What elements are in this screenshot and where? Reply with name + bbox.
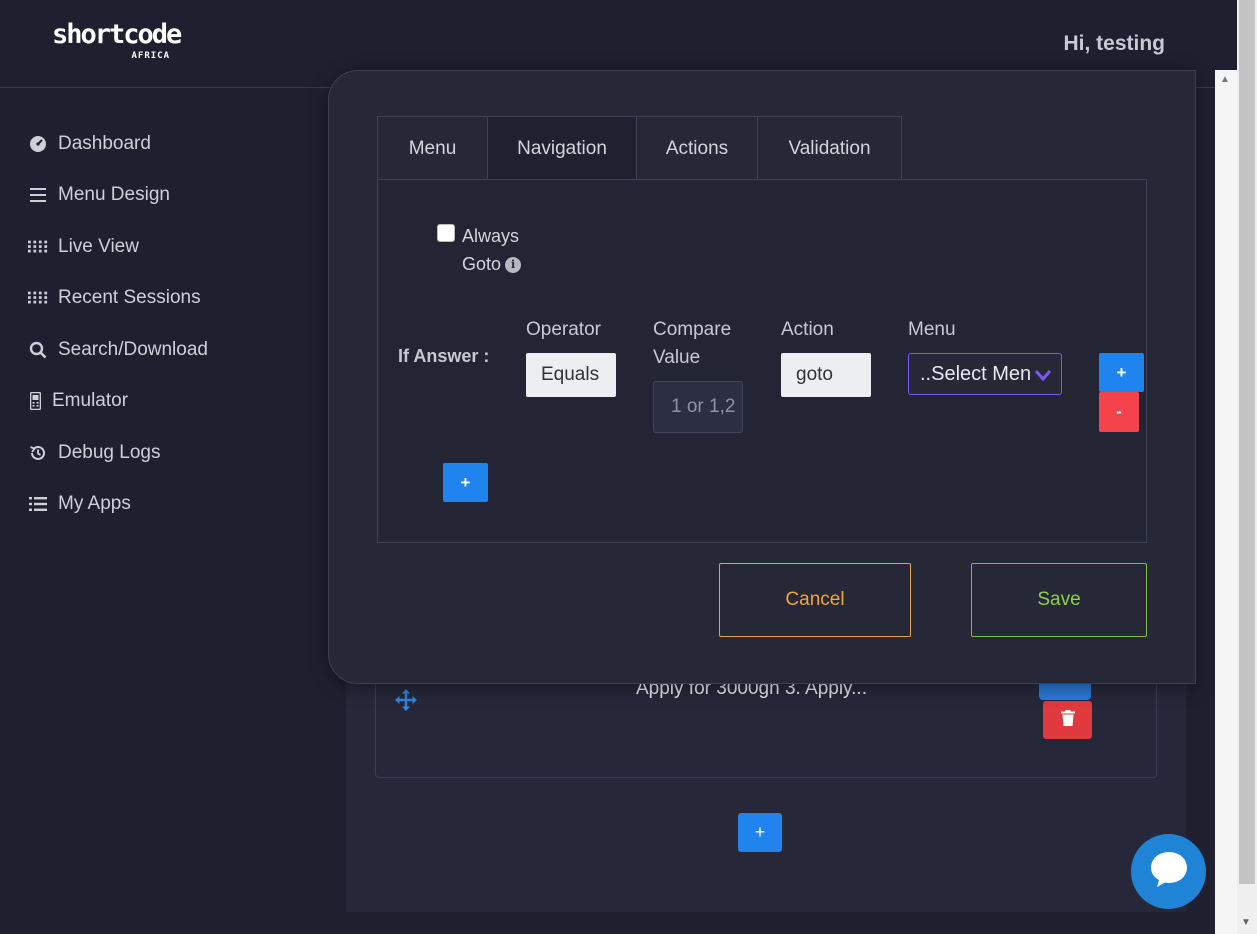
sidebar-item-dashboard[interactable]: Dashboard	[0, 118, 300, 170]
logo[interactable]: shortcode AFRICA	[52, 19, 182, 64]
scroll-down-icon[interactable]: ▼	[1241, 917, 1251, 928]
history-icon	[28, 443, 48, 463]
sidebar-item-recent-sessions[interactable]: Recent Sessions	[0, 273, 300, 325]
tab-menu[interactable]: Menu	[377, 116, 488, 180]
sidebar-item-label: Recent Sessions	[58, 287, 201, 309]
page-scrollbar[interactable]: ▼	[1237, 0, 1257, 934]
remove-row-button[interactable]: -	[1099, 392, 1139, 432]
sidebar-item-my-apps[interactable]: My Apps	[0, 479, 300, 531]
compare-value-input[interactable]: 1 or 1,2	[653, 381, 743, 433]
chat-icon	[1149, 850, 1189, 893]
info-icon[interactable]: i	[505, 257, 522, 274]
cancel-button[interactable]: Cancel	[719, 563, 911, 637]
sidebar-item-label: Search/Download	[58, 338, 208, 360]
sidebar-item-label: Emulator	[52, 390, 129, 412]
sidebar-item-label: Debug Logs	[58, 441, 161, 463]
tab-validation[interactable]: Validation	[758, 116, 902, 180]
scroll-up-icon[interactable]: ▲	[1220, 74, 1230, 85]
tab-navigation[interactable]: Navigation	[488, 116, 637, 180]
chevron-down-icon	[1033, 365, 1053, 385]
user-greeting[interactable]: Hi, testing	[1063, 32, 1165, 56]
menu-label: Menu	[908, 319, 956, 340]
always-goto-label: Always Goto i	[462, 222, 542, 278]
scrollbar-thumb[interactable]	[1239, 0, 1255, 884]
action-select[interactable]: goto	[781, 353, 871, 397]
sidebar-item-label: Dashboard	[58, 132, 151, 154]
trash-icon	[1060, 709, 1075, 731]
action-label: Action	[781, 319, 834, 340]
add-menu-item-button[interactable]: +	[738, 813, 782, 852]
sidebar-item-menu-design[interactable]: Menu Design	[0, 170, 300, 222]
inner-scrollbar[interactable]: ▲	[1215, 70, 1237, 934]
sidebar-item-live-view[interactable]: Live View	[0, 221, 300, 273]
hamburger-icon	[28, 185, 48, 205]
sidebar-item-label: Live View	[58, 235, 139, 257]
menu-select-value: ..Select Menu	[920, 362, 1030, 385]
tab-actions[interactable]: Actions	[637, 116, 758, 180]
operator-label: Operator	[526, 319, 601, 340]
logo-text: shortcode	[52, 19, 182, 50]
operator-select[interactable]: Equals	[526, 353, 616, 397]
phone-icon	[28, 391, 42, 411]
always-goto-checkbox[interactable]	[437, 224, 455, 242]
delete-button[interactable]	[1043, 701, 1092, 739]
sidebar-item-label: Menu Design	[58, 184, 170, 206]
if-answer-label: If Answer :	[398, 346, 490, 366]
save-button[interactable]: Save	[971, 563, 1147, 637]
logo-subtext: AFRICA	[131, 51, 170, 61]
menu-select[interactable]: ..Select Menu	[908, 353, 1062, 395]
gauge-icon	[28, 134, 48, 154]
sidebar-item-debug-logs[interactable]: Debug Logs	[0, 427, 300, 479]
sidebar-item-emulator[interactable]: Emulator	[0, 376, 300, 428]
sidebar: Dashboard Menu Design Live View Recent S…	[0, 118, 300, 530]
chat-widget-button[interactable]	[1131, 834, 1206, 909]
grid-icon	[28, 237, 48, 257]
search-icon	[28, 340, 48, 360]
compare-value-label: Compare Value	[653, 319, 732, 368]
modal-tabs: Menu Navigation Actions Validation	[377, 116, 902, 180]
move-icon[interactable]	[394, 688, 418, 712]
grid-icon	[28, 288, 48, 308]
sidebar-item-label: My Apps	[58, 493, 131, 515]
list-icon	[28, 494, 48, 514]
add-row-button[interactable]: +	[1099, 353, 1144, 392]
sidebar-item-search-download[interactable]: Search/Download	[0, 324, 300, 376]
add-condition-button[interactable]: +	[443, 463, 488, 502]
